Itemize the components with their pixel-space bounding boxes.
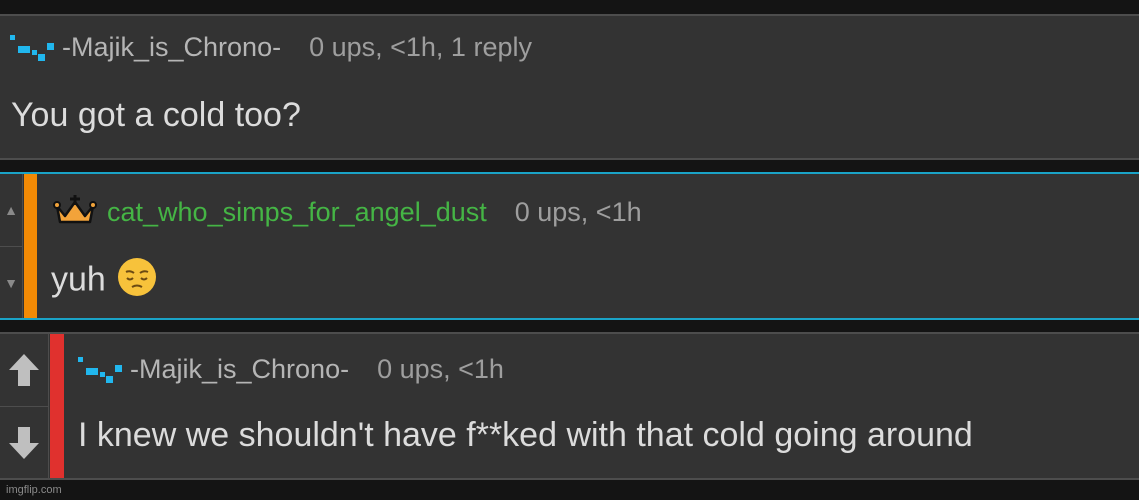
comment-text-content: yuh — [51, 260, 106, 299]
username-link[interactable]: -Majik_is_Chrono- — [62, 32, 281, 63]
vote-column: ▲ ▼ — [0, 174, 23, 318]
arrow-down-icon: ▼ — [4, 274, 18, 291]
comment-meta: 0 ups, <1h — [514, 197, 642, 227]
downvote-button[interactable]: ▼ — [0, 247, 22, 318]
comment-header: cat_who_simps_for_angel_dust 0 ups, <1h — [53, 194, 642, 231]
reply-depth-bar — [50, 334, 64, 478]
arrow-up-icon — [9, 354, 39, 386]
vote-column — [0, 334, 49, 478]
comment-text: You got a cold too? — [11, 96, 301, 134]
pixel-badge-icon — [10, 33, 54, 63]
comment-header: -Majik_is_Chrono- 0 ups, <1h — [78, 354, 504, 385]
username-link[interactable]: -Majik_is_Chrono- — [130, 354, 349, 385]
comment-2: ▲ ▼ cat_who_simps_for_angel_dust 0 ups, … — [0, 172, 1139, 320]
comment-3: -Majik_is_Chrono- 0 ups, <1h I knew we s… — [0, 332, 1139, 480]
upvote-button[interactable] — [0, 334, 48, 406]
downvote-button[interactable] — [0, 407, 48, 478]
comment-meta: 0 ups, <1h, 1 reply — [309, 32, 532, 62]
reply-depth-bar — [24, 174, 37, 318]
arrow-down-icon — [9, 426, 39, 459]
comment-1: -Majik_is_Chrono- 0 ups, <1h, 1 reply Yo… — [0, 14, 1139, 160]
watermark: imgflip.com — [6, 484, 62, 496]
comment-text: I knew we shouldn't have f**ked with tha… — [78, 416, 973, 454]
comment-text: yuh — [51, 256, 158, 307]
pixel-badge-icon — [78, 355, 122, 385]
comment-header: -Majik_is_Chrono- 0 ups, <1h, 1 reply — [10, 32, 532, 63]
username-link[interactable]: cat_who_simps_for_angel_dust — [107, 197, 487, 228]
pensive-face-emoji — [116, 256, 158, 307]
comment-meta: 0 ups, <1h — [377, 354, 504, 384]
upvote-button[interactable]: ▲ — [0, 174, 22, 246]
arrow-up-icon: ▲ — [4, 202, 18, 218]
crown-icon — [53, 194, 97, 231]
